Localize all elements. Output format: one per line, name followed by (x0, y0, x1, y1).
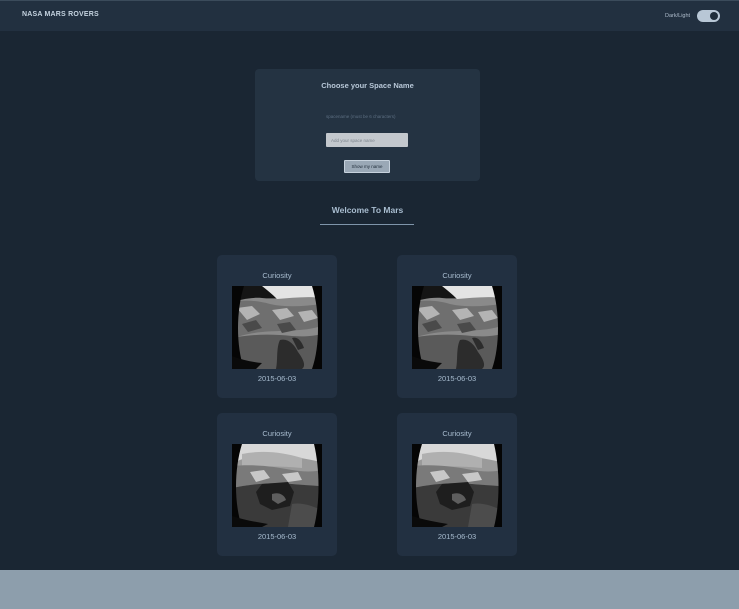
photo-date: 2015-06-03 (437, 532, 477, 541)
space-name-card: Choose your Space Name spacename (must b… (255, 69, 480, 181)
photo-card: Curiosity 2015-06-03 (217, 413, 337, 556)
theme-toggle-switch[interactable] (697, 10, 720, 22)
rover-name: Curiosity (442, 429, 472, 438)
brand-title: NASA MARS ROVERS (22, 11, 99, 18)
toggle-knob (710, 12, 718, 20)
mars-photo (412, 286, 502, 369)
photo-date: 2015-06-03 (257, 374, 297, 383)
space-name-hint: spacename (must be 6 characters) (326, 114, 396, 119)
photo-card: Curiosity 2015-06-03 (397, 413, 517, 556)
rover-name: Curiosity (442, 271, 472, 280)
space-name-title: Choose your Space Name (321, 81, 414, 90)
photo-card: Curiosity 2015-06-03 (217, 255, 337, 398)
mars-photo (232, 444, 322, 527)
rover-name: Curiosity (262, 271, 292, 280)
mars-photo-image-a (412, 286, 502, 369)
mars-photo (232, 286, 322, 369)
welcome-heading: Welcome To Mars (331, 205, 404, 215)
mars-photo-image-b (232, 444, 322, 527)
mars-photo (412, 444, 502, 527)
welcome-divider (320, 224, 414, 225)
mars-photo-image-b (412, 444, 502, 527)
photo-card: Curiosity 2015-06-03 (397, 255, 517, 398)
rover-name: Curiosity (262, 429, 292, 438)
space-name-input[interactable] (326, 133, 408, 147)
photo-date: 2015-06-03 (257, 532, 297, 541)
show-name-button[interactable]: Show my name (344, 160, 390, 173)
top-bar: NASA MARS ROVERS Dark/Light (0, 0, 739, 31)
photo-date: 2015-06-03 (437, 374, 477, 383)
footer (0, 570, 739, 609)
mars-photo-image-a (232, 286, 322, 369)
theme-toggle-label: Dark/Light (665, 13, 691, 19)
